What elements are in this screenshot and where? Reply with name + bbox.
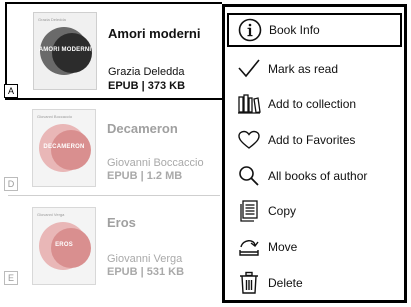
move-icon (234, 232, 264, 262)
book-row-eros[interactable]: Giovanni Verga EROS Eros Giovanni Verga … (6, 197, 218, 289)
book-title: Decameron (107, 121, 178, 136)
heart-icon (234, 125, 264, 155)
menu-item-book-info[interactable]: Book Info (227, 13, 402, 47)
book-cover: Giovanni Boccaccio DECAMERON (32, 109, 96, 187)
book-author: Giovanni Verga (107, 253, 183, 265)
menu-item-move[interactable]: Move (228, 230, 401, 264)
alphabet-index-letter[interactable]: D (4, 177, 18, 191)
cover-art-disc-2 (51, 228, 91, 268)
book-row-amori-moderni[interactable]: Grazia Deledda AMORI MODERNI Amori moder… (5, 2, 222, 100)
menu-item-label: Book Info (269, 23, 320, 37)
menu-item-label: Copy (268, 204, 297, 218)
trash-icon (234, 268, 264, 298)
cover-author: Giovanni Verga (37, 212, 65, 217)
book-meta: EPUB | 531 KB (107, 266, 185, 278)
book-meta: EPUB | 373 KB (108, 80, 186, 92)
menu-item-label: Delete (268, 276, 303, 290)
book-row-decameron[interactable]: Giovanni Boccaccio DECAMERON Decameron G… (6, 101, 218, 193)
cover-author: Grazia Deledda (38, 17, 66, 22)
menu-item-add-to-favorites[interactable]: Add to Favorites (228, 123, 401, 157)
menu-item-copy[interactable]: Copy (228, 194, 401, 228)
menu-item-delete[interactable]: Delete (228, 266, 401, 300)
menu-item-all-books-of-author[interactable]: All books of author (228, 159, 401, 193)
menu-item-mark-as-read[interactable]: Mark as read (228, 52, 401, 86)
cover-title: DECAMERON (43, 144, 85, 150)
row-divider (8, 195, 220, 196)
book-cover: Giovanni Verga EROS (32, 207, 96, 285)
bookshelf-icon (234, 89, 264, 119)
cover-art-disc-2 (52, 33, 92, 73)
checkmark-icon (234, 54, 264, 84)
cover-title: AMORI MODERNI (38, 47, 92, 53)
cover-art-disc-2 (51, 130, 91, 170)
menu-item-label: Move (268, 240, 298, 254)
menu-item-label: All books of author (268, 169, 368, 183)
menu-item-label: Add to Favorites (268, 133, 356, 147)
book-title: Amori moderni (108, 26, 201, 41)
book-list: Grazia Deledda AMORI MODERNI Amori moder… (0, 0, 222, 307)
book-context-menu: Book Info Mark as read Add to collection… (222, 4, 407, 303)
cover-title: EROS (55, 242, 73, 248)
cover-author: Giovanni Boccaccio (37, 114, 73, 119)
book-title: Eros (107, 215, 136, 230)
menu-item-label: Mark as read (268, 62, 339, 76)
menu-item-label: Add to collection (268, 97, 357, 111)
book-author: Giovanni Boccaccio (107, 157, 204, 169)
info-icon (235, 15, 265, 45)
book-cover: Grazia Deledda AMORI MODERNI (33, 12, 97, 90)
alphabet-index-letter[interactable]: A (4, 84, 18, 98)
copy-icon (234, 196, 264, 226)
search-icon (234, 161, 264, 191)
book-author: Grazia Deledda (108, 66, 185, 78)
book-meta: EPUB | 1.2 MB (107, 170, 183, 182)
menu-item-add-to-collection[interactable]: Add to collection (228, 87, 401, 121)
alphabet-index-letter[interactable]: E (4, 271, 18, 285)
